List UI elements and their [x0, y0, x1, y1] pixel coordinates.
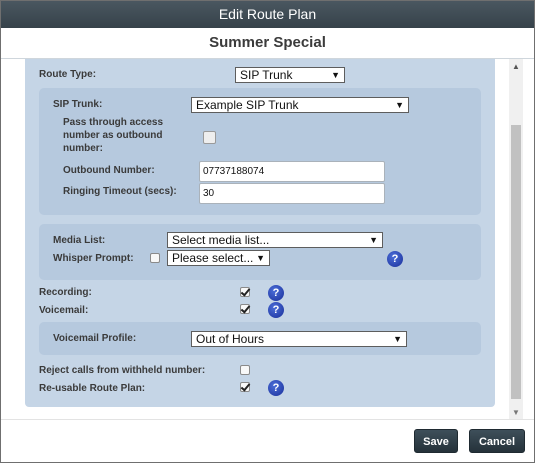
voicemail-profile-value: Out of Hours: [196, 332, 265, 346]
voicemail-profile-subpanel: Voicemail Profile: Out of Hours ▼: [39, 322, 481, 355]
route-type-select[interactable]: SIP Trunk ▼: [235, 67, 345, 83]
ringing-timeout-label: Ringing Timeout (secs):: [63, 186, 177, 197]
scrollbar-thumb[interactable]: [511, 125, 521, 399]
reusable-route-plan-checkbox[interactable]: [240, 382, 250, 392]
form-scroll-area: Route Type: SIP Trunk ▼ SIP Trunk: Examp…: [1, 59, 534, 419]
reusable-route-plan-label: Re-usable Route Plan:: [39, 383, 146, 394]
whisper-prompt-select[interactable]: Please select... ▼: [167, 250, 270, 266]
reusable-help-icon[interactable]: ?: [268, 380, 284, 396]
reject-withheld-label: Reject calls from withheld number:: [39, 365, 206, 376]
sip-trunk-select[interactable]: Example SIP Trunk ▼: [191, 97, 409, 113]
pass-through-label-line2: number as outbound: [63, 130, 163, 141]
outbound-number-label: Outbound Number:: [63, 165, 155, 176]
reject-withheld-checkbox[interactable]: [240, 365, 250, 375]
dropdown-arrow-icon: ▼: [395, 100, 404, 110]
edit-route-plan-dialog: Edit Route Plan Summer Special Route Typ…: [0, 0, 535, 463]
dropdown-arrow-icon: ▼: [331, 70, 340, 80]
ringing-timeout-input[interactable]: 30: [199, 183, 385, 204]
media-list-label: Media List:: [53, 235, 106, 246]
dialog-title: Edit Route Plan: [1, 1, 534, 28]
pass-through-checkbox[interactable]: [203, 131, 216, 144]
sip-trunk-value: Example SIP Trunk: [196, 98, 299, 112]
dropdown-arrow-icon: ▼: [369, 235, 378, 245]
scroll-down-arrow-icon[interactable]: ▼: [512, 408, 520, 417]
voicemail-label: Voicemail:: [39, 305, 89, 316]
whisper-help-icon[interactable]: ?: [387, 251, 403, 267]
sip-trunk-label: SIP Trunk:: [53, 99, 103, 110]
voicemail-help-icon[interactable]: ?: [268, 302, 284, 318]
voicemail-profile-select[interactable]: Out of Hours ▼: [191, 331, 407, 347]
dropdown-arrow-icon: ▼: [256, 253, 265, 263]
sip-trunk-subpanel: SIP Trunk: Example SIP Trunk ▼ Pass thro…: [39, 88, 481, 215]
media-list-value: Select media list...: [172, 233, 270, 247]
pass-through-label-line1: Pass through access: [63, 117, 164, 128]
whisper-prompt-label: Whisper Prompt:: [53, 253, 134, 264]
route-type-label: Route Type:: [39, 69, 97, 80]
footer-divider: [1, 419, 534, 420]
media-subpanel: Media List: Select media list... ▼ Whisp…: [39, 224, 481, 280]
voicemail-checkbox[interactable]: [240, 304, 250, 314]
form-panel: Route Type: SIP Trunk ▼ SIP Trunk: Examp…: [25, 59, 495, 407]
whisper-prompt-checkbox[interactable]: [150, 253, 160, 263]
save-button[interactable]: Save: [414, 429, 458, 453]
recording-label: Recording:: [39, 287, 92, 298]
whisper-prompt-value: Please select...: [172, 251, 254, 265]
pass-through-label-line3: number:: [63, 143, 103, 154]
cancel-button[interactable]: Cancel: [469, 429, 525, 453]
scroll-up-arrow-icon[interactable]: ▲: [512, 62, 520, 71]
route-type-value: SIP Trunk: [240, 68, 293, 82]
plan-name-heading: Summer Special: [209, 34, 326, 51]
media-list-select[interactable]: Select media list... ▼: [167, 232, 383, 248]
recording-checkbox[interactable]: [240, 287, 250, 297]
dropdown-arrow-icon: ▼: [393, 334, 402, 344]
voicemail-profile-label: Voicemail Profile:: [53, 333, 137, 344]
vertical-scrollbar[interactable]: ▲ ▼: [509, 59, 523, 419]
outbound-number-input[interactable]: 07737188074: [199, 161, 385, 182]
recording-help-icon[interactable]: ?: [268, 285, 284, 301]
